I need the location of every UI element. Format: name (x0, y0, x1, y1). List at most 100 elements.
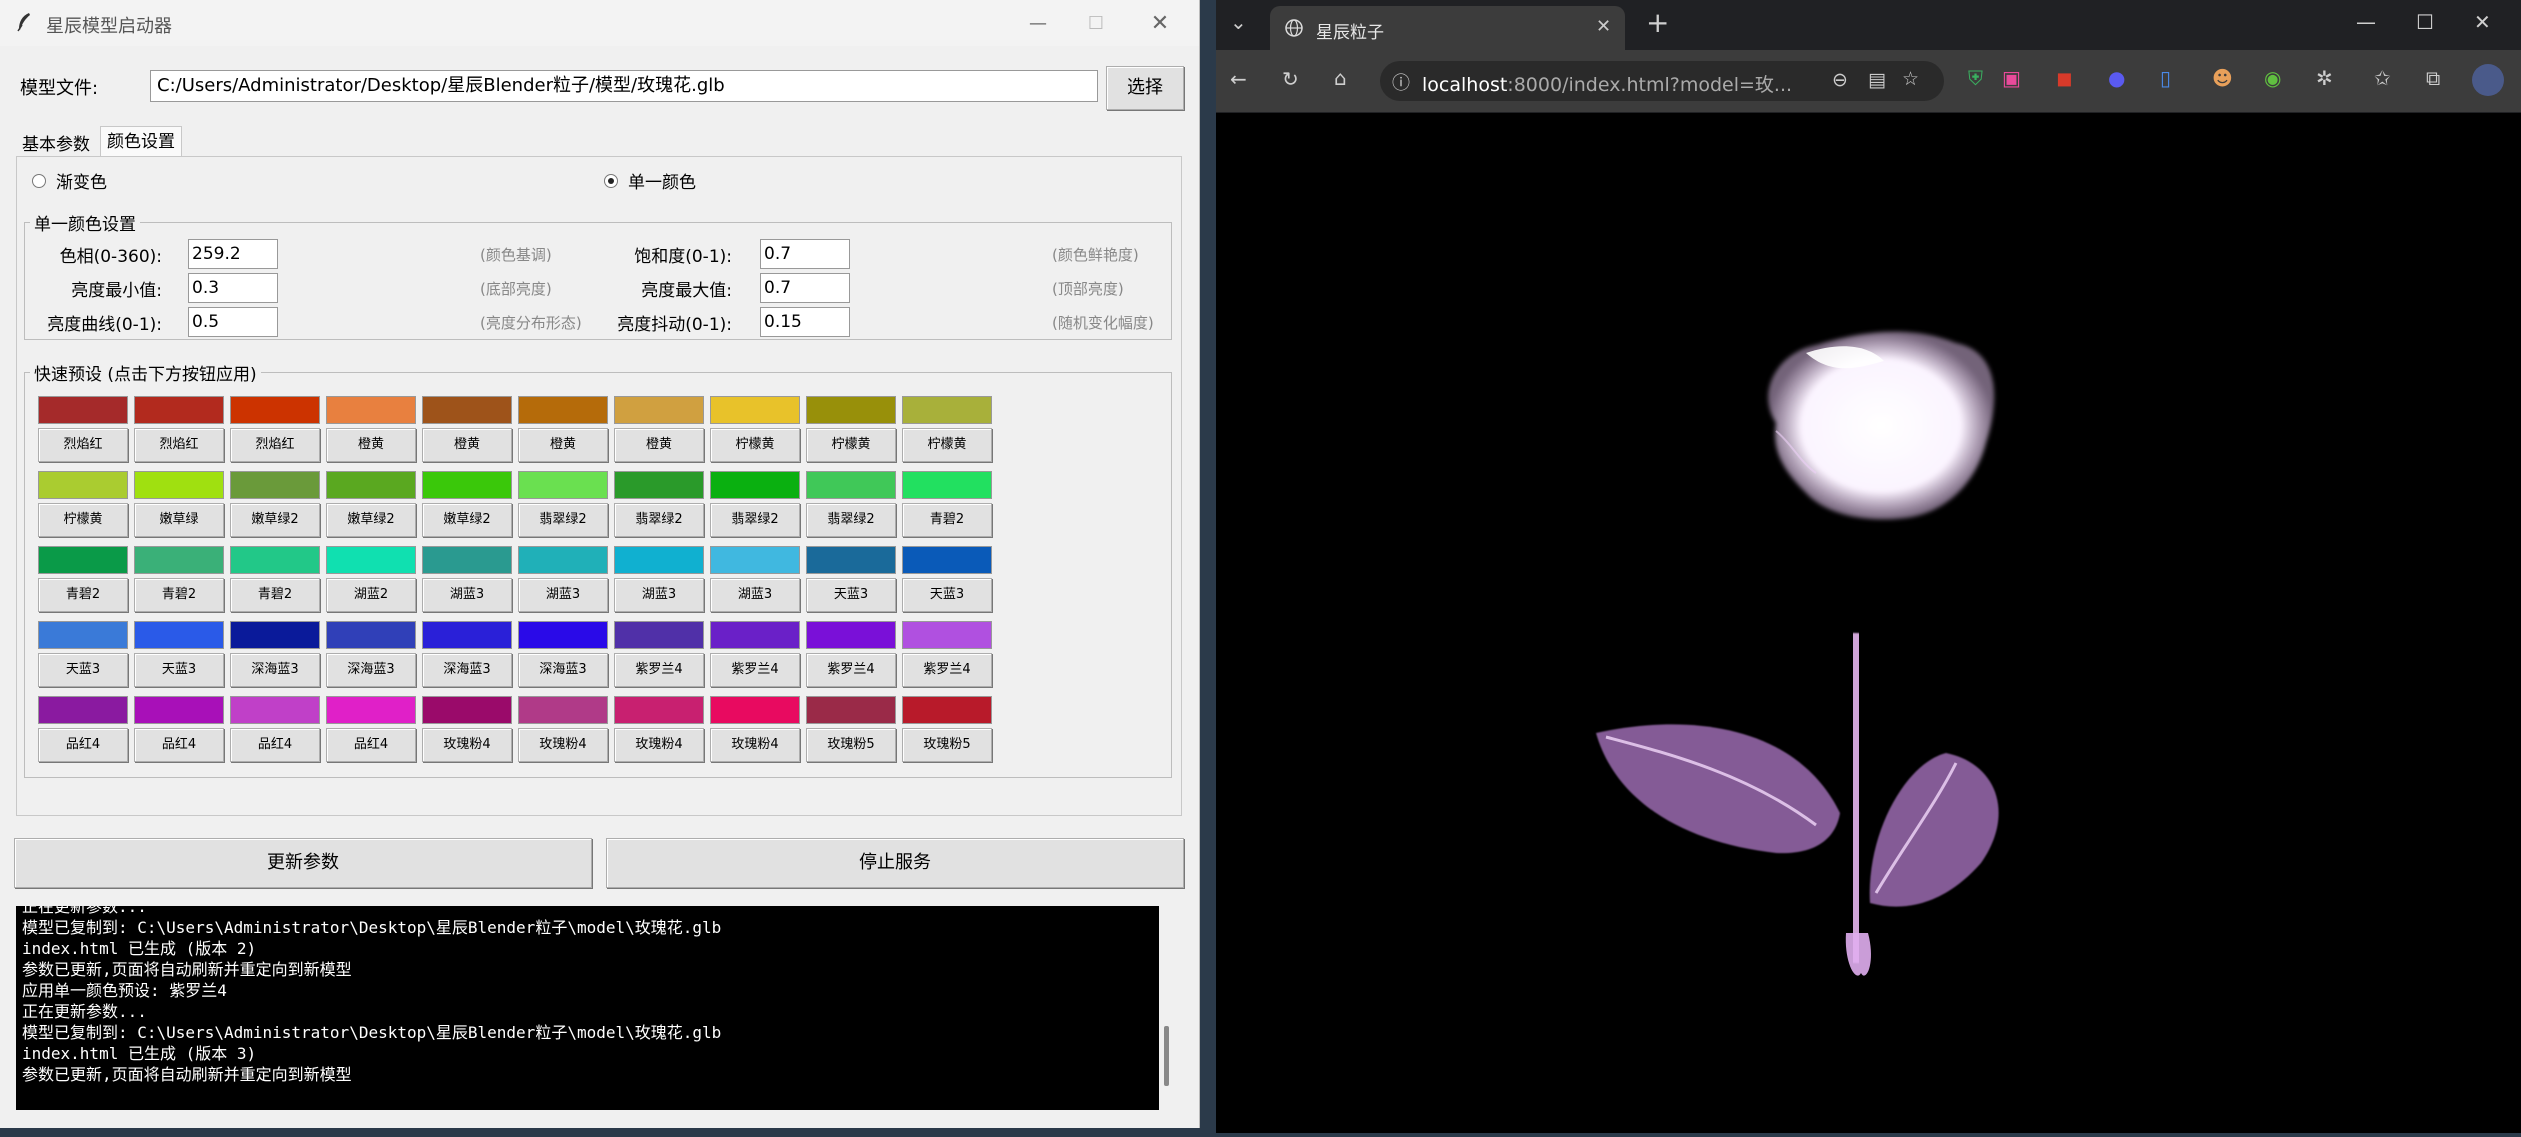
preset-button[interactable]: 品红4 (38, 728, 128, 762)
brightness-max-input[interactable]: 0.7 (760, 273, 850, 303)
preset-button[interactable]: 湖蓝3 (710, 578, 800, 612)
model-file-input[interactable]: C:/Users/Administrator/Desktop/星辰Blender… (150, 70, 1098, 102)
preset-button[interactable]: 嫩草绿2 (326, 503, 416, 537)
brightness-curve-hint: (亮度分布形态) (480, 314, 582, 332)
preset-button[interactable]: 嫩草绿 (134, 503, 224, 537)
extension-blue-icon[interactable]: ● (2108, 66, 2125, 90)
brightness-curve-input[interactable]: 0.5 (188, 307, 278, 337)
tab-color-settings[interactable]: 颜色设置 (100, 126, 182, 156)
preset-button[interactable]: 烈焰红 (230, 428, 320, 462)
preset-button[interactable]: 橙黄 (422, 428, 512, 462)
tab-basic-params[interactable]: 基本参数 (16, 130, 96, 157)
preset-button[interactable]: 烈焰红 (38, 428, 128, 462)
browser-tab[interactable]: 星辰粒子 ✕ (1270, 6, 1625, 50)
preset-button[interactable]: 深海蓝3 (230, 653, 320, 687)
tab-close-button[interactable]: ✕ (1596, 16, 1611, 37)
preset-button[interactable]: 紫罗兰4 (614, 653, 704, 687)
maximize-button[interactable]: ☐ (1060, 0, 1132, 46)
preset-button[interactable]: 橙黄 (518, 428, 608, 462)
preset-button[interactable]: 翡翠绿2 (710, 503, 800, 537)
preset-button[interactable]: 烈焰红 (134, 428, 224, 462)
preset-button[interactable]: 紫罗兰4 (710, 653, 800, 687)
preset-button[interactable]: 紫罗兰4 (902, 653, 992, 687)
preset-button[interactable]: 品红4 (230, 728, 320, 762)
translate-icon[interactable]: ▣ (2002, 66, 2021, 90)
preset-button[interactable]: 嫩草绿2 (422, 503, 512, 537)
page-viewport[interactable] (1216, 113, 2521, 1133)
log-console[interactable]: 正在更新参数... 模型已复制到: C:\Users\Administrator\… (16, 906, 1159, 1110)
brightness-min-input[interactable]: 0.3 (188, 273, 278, 303)
preset-button[interactable]: 玫瑰粉4 (422, 728, 512, 762)
browser-tab-title: 星辰粒子 (1316, 23, 1384, 43)
radio-gradient[interactable]: 渐变色 (32, 168, 107, 193)
preset-button[interactable]: 橙黄 (614, 428, 704, 462)
preset-button[interactable]: 青碧2 (902, 503, 992, 537)
browser-maximize-button[interactable]: ☐ (2416, 10, 2434, 34)
preset-button[interactable]: 青碧2 (134, 578, 224, 612)
preset-button[interactable]: 品红4 (134, 728, 224, 762)
preset-button[interactable]: 青碧2 (38, 578, 128, 612)
preset-button[interactable]: 天蓝3 (38, 653, 128, 687)
preset-button[interactable]: 柠檬黄 (38, 503, 128, 537)
avatar[interactable] (2472, 64, 2504, 96)
preset-button[interactable]: 嫩草绿2 (230, 503, 320, 537)
shield-icon[interactable]: ⛨ (1968, 66, 1983, 90)
radio-single-color[interactable]: 单一颜色 (604, 168, 696, 193)
select-file-button[interactable]: 选择 (1106, 66, 1184, 110)
address-bar[interactable]: ⓘ localhost:8000/index.html?model=玫... ⊖… (1380, 61, 1944, 101)
favorites-icon[interactable]: ✩ (2374, 66, 2391, 90)
preset-button[interactable]: 天蓝3 (806, 578, 896, 612)
preset-button[interactable]: 湖蓝3 (518, 578, 608, 612)
preset-button[interactable]: 深海蓝3 (518, 653, 608, 687)
reader-icon[interactable]: ▤ (1868, 69, 1886, 91)
extension-doc-icon[interactable]: ▯ (2160, 66, 2171, 90)
log-scrollbar[interactable] (1160, 906, 1176, 1110)
stop-service-button[interactable]: 停止服务 (606, 838, 1184, 888)
preset-button[interactable]: 玫瑰粉5 (806, 728, 896, 762)
browser-close-button[interactable]: ✕ (2474, 10, 2491, 34)
hue-input[interactable]: 259.2 (188, 239, 278, 269)
preset-button[interactable]: 玫瑰粉4 (518, 728, 608, 762)
preset-button[interactable]: 湖蓝3 (614, 578, 704, 612)
preset-button[interactable]: 翡翠绿2 (806, 503, 896, 537)
home-button[interactable]: ⌂ (1334, 66, 1347, 90)
preset-button[interactable]: 翡翠绿2 (614, 503, 704, 537)
update-params-button[interactable]: 更新参数 (14, 838, 592, 888)
preset-button[interactable]: 品红4 (326, 728, 416, 762)
preset-button[interactable]: 翡翠绿2 (518, 503, 608, 537)
preset-button[interactable]: 青碧2 (230, 578, 320, 612)
extensions-icon[interactable]: ✲ (2316, 66, 2333, 90)
preset-button[interactable]: 柠檬黄 (902, 428, 992, 462)
extension-face-icon[interactable]: ☻ (2212, 66, 2233, 90)
preset-item: 品红4 (134, 696, 224, 762)
preset-button[interactable]: 湖蓝2 (326, 578, 416, 612)
reload-button[interactable]: ↻ (1282, 67, 1299, 91)
preset-button[interactable]: 玫瑰粉4 (614, 728, 704, 762)
preset-button[interactable]: 紫罗兰4 (806, 653, 896, 687)
preset-button[interactable]: 玫瑰粉5 (902, 728, 992, 762)
preset-button[interactable]: 橙黄 (326, 428, 416, 462)
close-button[interactable]: ✕ (1124, 0, 1196, 46)
preset-item: 玫瑰粉4 (614, 696, 704, 762)
browser-minimize-button[interactable]: — (2356, 10, 2376, 34)
star-icon[interactable]: ☆ (1902, 68, 1919, 90)
saturation-input[interactable]: 0.7 (760, 239, 850, 269)
preset-button[interactable]: 柠檬黄 (806, 428, 896, 462)
new-tab-button[interactable]: + (1646, 6, 1669, 39)
collections-icon[interactable]: ⧉ (2426, 66, 2440, 90)
extension-planet-icon[interactable]: ◉ (2264, 66, 2281, 90)
preset-swatch (230, 546, 320, 574)
preset-button[interactable]: 深海蓝3 (422, 653, 512, 687)
preset-button[interactable]: 玫瑰粉4 (710, 728, 800, 762)
preset-button[interactable]: 深海蓝3 (326, 653, 416, 687)
preset-button[interactable]: 柠檬黄 (710, 428, 800, 462)
extension-red-icon[interactable]: ◼ (2056, 66, 2073, 90)
preset-button[interactable]: 湖蓝3 (422, 578, 512, 612)
scrollbar-thumb[interactable] (1164, 1026, 1169, 1086)
preset-button[interactable]: 天蓝3 (134, 653, 224, 687)
zoom-icon[interactable]: ⊖ (1832, 69, 1848, 91)
brightness-jitter-input[interactable]: 0.15 (760, 307, 850, 337)
preset-button[interactable]: 天蓝3 (902, 578, 992, 612)
tab-list-button[interactable]: ⌄ (1230, 10, 1247, 34)
back-button[interactable]: ← (1230, 67, 1247, 91)
